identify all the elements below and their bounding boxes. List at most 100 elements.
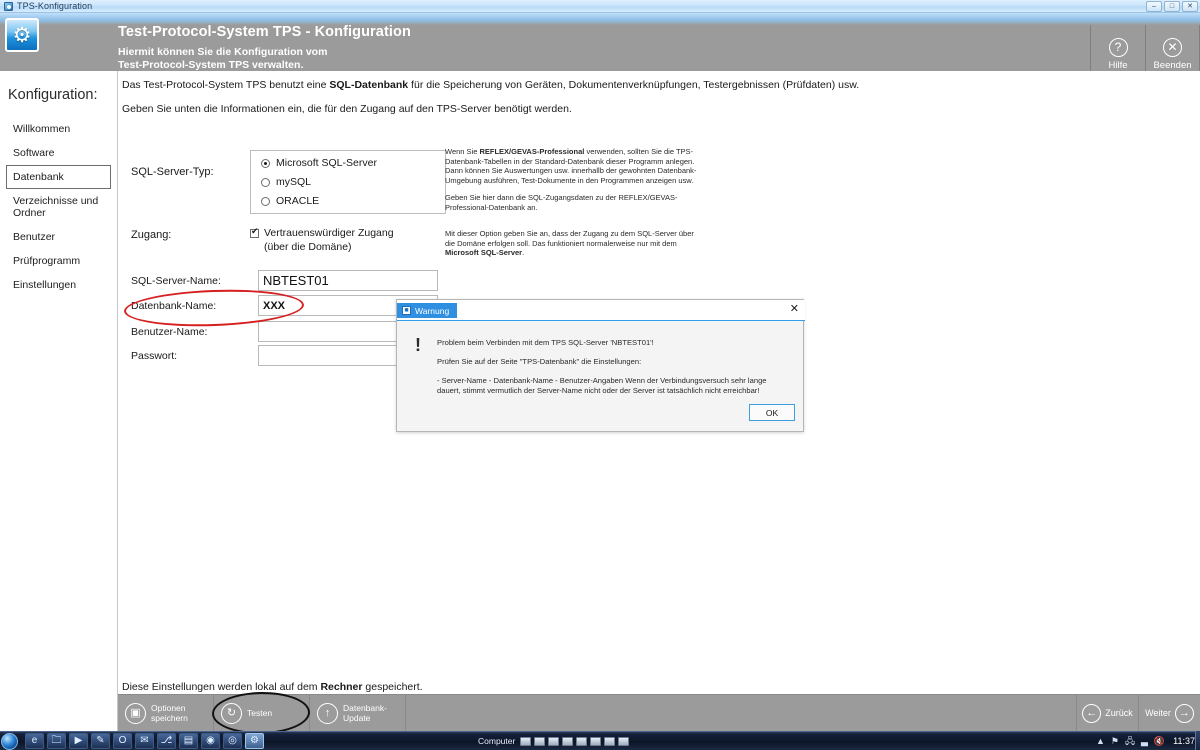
windows-start-orb[interactable] — [1, 732, 18, 750]
taskbar-clock[interactable]: 11:37 — [1173, 736, 1195, 746]
help-b-a: Mit dieser Option geben Sie an, dass der… — [445, 229, 694, 248]
radio-option-oracle[interactable]: ORACLE — [261, 195, 445, 207]
radio-icon-selected[interactable] — [261, 158, 270, 168]
signal-bars-icon[interactable]: ▃ — [1141, 736, 1148, 746]
radio-label-microsoft-sql-server: Microsoft SQL-Server — [276, 157, 377, 169]
sidebar-item-pruefprogramm[interactable]: Prüfprogramm — [6, 249, 111, 273]
camera-icon[interactable]: ◎ — [223, 733, 242, 749]
chrome-icon[interactable]: ◉ — [201, 733, 220, 749]
access-checkbox-label: Vertrauenswürdiger Zugang — [264, 227, 394, 239]
drive-icon[interactable] — [576, 736, 588, 746]
drive-icon[interactable] — [534, 736, 546, 746]
next-button[interactable]: Weiter → — [1138, 695, 1200, 731]
save-disk-icon: ▣ — [125, 702, 146, 724]
radio-icon-unselected[interactable] — [261, 177, 270, 187]
minimize-button[interactable]: – — [1146, 1, 1162, 12]
access-checkbox-row[interactable]: Vertrauenswürdiger Zugang — [250, 227, 394, 239]
app-header: ⚙ Test-Protocol-System TPS - Konfigurati… — [0, 13, 1200, 83]
radio-option-microsoft-sql-server[interactable]: Microsoft SQL-Server — [261, 157, 445, 169]
database-update-button[interactable]: ↑ Datenbank- Update — [310, 695, 406, 731]
show-desktop-button[interactable] — [1195, 731, 1200, 750]
sidebar: Konfiguration: Willkommen Software Daten… — [0, 71, 118, 750]
volume-muted-icon[interactable]: 🔇 — [1154, 736, 1165, 746]
save-options-label: Optionen speichern — [151, 703, 188, 723]
sidebar-title: Konfiguration: — [8, 87, 98, 103]
drive-icon[interactable] — [548, 736, 560, 746]
intro-1-part-c: für die Speicherung von Geräten, Dokumen… — [408, 79, 860, 91]
sql-server-name-label: SQL-Server-Name: — [131, 275, 221, 287]
dialog-message: Problem beim Verbinden mit dem TPS SQL-S… — [437, 338, 789, 396]
dialog-tab-label: Warnung — [415, 305, 450, 316]
help-text-access: Mit dieser Option geben Sie an, dass der… — [445, 229, 700, 258]
exclamation-icon: ! — [415, 335, 421, 355]
intro-paragraph-1: Das Test-Protocol-System TPS benutzt ein… — [122, 79, 859, 91]
window-controls: – □ ✕ — [1146, 1, 1198, 12]
office-icon[interactable]: O — [113, 733, 132, 749]
media-player-icon[interactable]: ▶ — [69, 733, 88, 749]
sidebar-item-einstellungen[interactable]: Einstellungen — [6, 273, 111, 297]
arrow-right-icon: → — [1174, 703, 1194, 723]
sidebar-item-benutzer[interactable]: Benutzer — [6, 225, 111, 249]
os-title-bar: TPS-Konfiguration – □ ✕ — [0, 0, 1200, 13]
database-update-label-line1: Datenbank- — [343, 703, 387, 713]
drive-icon[interactable] — [618, 736, 630, 746]
server-type-radio-group: Microsoft SQL-Server mySQL ORACLE — [250, 150, 446, 214]
back-button[interactable]: ← Zurück — [1076, 695, 1138, 731]
help-text-server-type: Wenn Sie REFLEX/GEVAS-Professional verwe… — [445, 147, 700, 213]
taskbar-group-label: Computer — [478, 736, 516, 746]
radio-icon-unselected[interactable] — [261, 196, 270, 206]
intro-paragraph-2: Geben Sie unten die Informationen ein, d… — [122, 103, 572, 115]
network-icon[interactable]: 🖧 — [1125, 736, 1135, 746]
upload-arrow-icon: ↑ — [317, 702, 338, 724]
test-button[interactable]: ↻ Testen — [214, 695, 310, 731]
folder-explorer-icon[interactable]: 🗀 — [47, 733, 66, 749]
outlook-icon[interactable]: ✉ — [135, 733, 154, 749]
database-update-label: Datenbank- Update — [343, 703, 387, 723]
header-titles: Test-Protocol-System TPS - Konfiguration… — [118, 24, 411, 72]
internet-explorer-icon[interactable]: e — [25, 733, 44, 749]
sidebar-item-willkommen[interactable]: Willkommen — [6, 117, 111, 141]
datenbank-name-label: Datenbank-Name: — [131, 300, 217, 312]
dialog-line-3: - Server-Name - Datenbank-Name - Benutze… — [437, 376, 767, 395]
drive-icon[interactable] — [520, 736, 532, 746]
save-options-label-line1: Optionen — [151, 703, 186, 713]
checkbox-icon-checked[interactable] — [250, 227, 259, 238]
intro-1-bold: SQL-Datenbank — [329, 79, 409, 91]
drive-icon[interactable] — [590, 736, 602, 746]
radio-label-mysql: mySQL — [276, 176, 312, 188]
sql-server-name-input[interactable] — [258, 270, 438, 291]
save-options-button[interactable]: ▣ Optionen speichern — [118, 695, 214, 731]
sidebar-item-verzeichnisse-und-ordner[interactable]: Verzeichnisse und Ordner — [6, 189, 111, 225]
sidebar-item-software[interactable]: Software — [6, 141, 111, 165]
action-flag-icon[interactable]: ⚑ — [1111, 736, 1119, 746]
back-button-label: Zurück — [1105, 708, 1133, 718]
app-icon — [4, 1, 13, 11]
os-window-title: TPS-Konfiguration — [17, 1, 93, 11]
taskbar-app-buttons: e 🗀 ▶ ✎ O ✉ ⎇ ▤ ◉ ◎ ⚙ — [25, 733, 264, 749]
help-button-label: Hilfe — [1108, 59, 1128, 71]
tps-config-icon[interactable]: ⚙ — [245, 733, 264, 749]
warning-dialog: ■ Warnung ✕ ! Problem beim Verbinden mit… — [396, 299, 805, 432]
paint-icon[interactable]: ✎ — [91, 733, 110, 749]
close-button[interactable]: ✕ — [1182, 1, 1198, 12]
show-hidden-icons-chevron[interactable]: ▲ — [1096, 736, 1105, 746]
sidebar-item-datenbank[interactable]: Datenbank — [6, 165, 111, 189]
arrow-left-icon: ← — [1082, 703, 1102, 723]
footer-note: Diese Einstellungen werden lokal auf dem… — [122, 681, 423, 693]
access-checkbox-group: Vertrauenswürdiger Zugang (über die Domä… — [250, 227, 394, 253]
radio-option-mysql[interactable]: mySQL — [261, 176, 445, 188]
benutzer-name-label: Benutzer-Name: — [131, 326, 208, 338]
dialog-tab[interactable]: ■ Warnung — [397, 303, 458, 318]
close-icon[interactable]: ✕ — [790, 304, 799, 315]
footer-note-bold: Rechner — [320, 681, 363, 693]
drive-icon[interactable] — [562, 736, 574, 746]
help-a-p1-bold: REFLEX/GEVAS-Professional — [479, 147, 585, 156]
drive-icon[interactable] — [604, 736, 616, 746]
radio-label-oracle: ORACLE — [276, 195, 320, 207]
header-subtitle-line1: Hiermit können Sie die Konfiguration vom — [118, 46, 328, 58]
remote-desktop-icon[interactable]: ⎇ — [157, 733, 176, 749]
window-icon[interactable]: ▤ — [179, 733, 198, 749]
maximize-button[interactable]: □ — [1164, 1, 1180, 12]
dialog-ok-button[interactable]: OK — [749, 404, 795, 421]
close-circle-icon: ✕ — [1163, 37, 1182, 57]
